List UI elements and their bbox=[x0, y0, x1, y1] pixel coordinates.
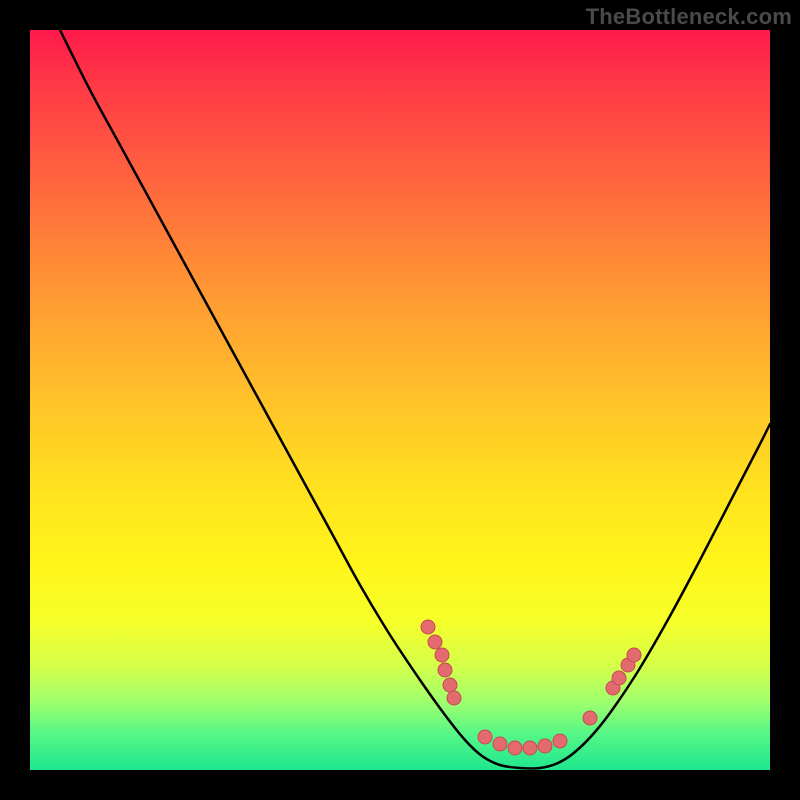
data-points bbox=[421, 620, 641, 755]
data-point bbox=[493, 737, 507, 751]
data-point bbox=[443, 678, 457, 692]
data-point bbox=[478, 730, 492, 744]
data-point bbox=[627, 648, 641, 662]
data-point bbox=[421, 620, 435, 634]
data-point bbox=[447, 691, 461, 705]
data-point bbox=[583, 711, 597, 725]
data-point bbox=[508, 741, 522, 755]
data-point bbox=[612, 671, 626, 685]
data-point bbox=[428, 635, 442, 649]
bottleneck-curve bbox=[60, 30, 770, 769]
data-point bbox=[435, 648, 449, 662]
chart-svg bbox=[30, 30, 770, 770]
data-point bbox=[438, 663, 452, 677]
data-point bbox=[553, 734, 567, 748]
watermark-text: TheBottleneck.com bbox=[586, 4, 792, 30]
data-point bbox=[538, 739, 552, 753]
data-point bbox=[523, 741, 537, 755]
